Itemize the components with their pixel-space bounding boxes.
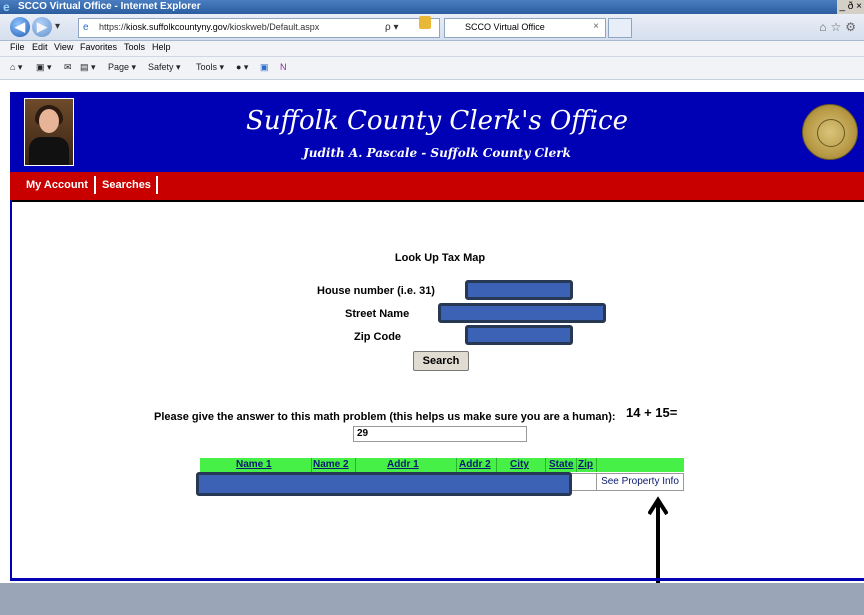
menu-favorites[interactable]: Favorites: [80, 42, 117, 52]
col-city[interactable]: City: [510, 459, 529, 470]
print-icon[interactable]: ▤ ▾: [80, 62, 96, 73]
results-header: Name 1 Name 2 Addr 1 Addr 2 City State Z…: [200, 458, 684, 472]
page-menu[interactable]: Page ▾: [108, 62, 136, 73]
browser-navbar: ◀ ▶ ▾ e https://kiosk.suffolkcountyny.go…: [0, 14, 864, 41]
math-answer-input[interactable]: 29: [353, 426, 527, 442]
house-number-input[interactable]: [465, 280, 573, 300]
math-question: Please give the answer to this math prob…: [154, 411, 616, 423]
new-tab-button[interactable]: [608, 18, 632, 38]
address-bar[interactable]: e https://kiosk.suffolkcountyny.gov/kios…: [78, 18, 440, 38]
window-titlebar: e SCCO Virtual Office - Internet Explore…: [0, 0, 864, 14]
footer-line: [10, 578, 864, 581]
home-favorites-settings-icons[interactable]: ⌂☆⚙: [819, 20, 860, 34]
safety-menu[interactable]: Safety ▾: [148, 62, 181, 73]
window-title: SCCO Virtual Office - Internet Explorer: [18, 1, 201, 12]
site-nav-bar: My Account Searches: [10, 172, 864, 202]
col-name1[interactable]: Name 1: [236, 459, 272, 470]
onenote-icon[interactable]: N: [280, 62, 287, 72]
col-addr1[interactable]: Addr 1: [387, 459, 419, 470]
forward-button[interactable]: ▶: [32, 17, 52, 37]
content-border: [10, 200, 12, 580]
menu-tools[interactable]: Tools: [124, 42, 145, 52]
street-name-input[interactable]: [438, 303, 606, 323]
redacted-result-data: [196, 472, 572, 496]
col-zip[interactable]: Zip: [578, 459, 593, 470]
site-header: Suffolk County Clerk's Office Judith A. …: [10, 92, 864, 172]
feeds-icon[interactable]: ▣ ▾: [36, 62, 52, 73]
col-addr2[interactable]: Addr 2: [459, 459, 491, 470]
address-url: https://kiosk.suffolkcountyny.gov/kioskw…: [99, 22, 320, 32]
nav-separator: [94, 176, 96, 194]
window-controls[interactable]: _ ð ×: [837, 0, 864, 14]
zip-code-label: Zip Code: [354, 331, 402, 343]
street-name-label: Street Name: [345, 308, 410, 320]
tab-title: SCCO Virtual Office: [465, 22, 545, 32]
site-title: Suffolk County Clerk's Office: [246, 106, 628, 136]
nav-separator: [156, 176, 158, 194]
house-number-label: House number (i.e. 31): [317, 285, 435, 297]
menu-file[interactable]: File: [10, 42, 25, 52]
tab-close-icon[interactable]: ×: [593, 21, 599, 32]
site-subtitle: Judith A. Pascale - Suffolk County Clerk: [303, 146, 571, 160]
math-equation: 14 + 15=: [626, 405, 678, 420]
addon-icon[interactable]: ▣: [260, 62, 269, 73]
home-icon[interactable]: ⌂ ▾: [10, 62, 22, 73]
menu-view[interactable]: View: [54, 42, 73, 52]
address-search-icon[interactable]: ρ ▾: [385, 22, 399, 34]
menu-help[interactable]: Help: [152, 42, 171, 52]
lock-icon[interactable]: [419, 16, 431, 29]
command-bar: ⌂ ▾ ▣ ▾ ✉ ▤ ▾ Page ▾ Safety ▾ Tools ▾ ● …: [0, 57, 864, 80]
col-state[interactable]: State: [549, 459, 573, 470]
search-button[interactable]: Search: [413, 351, 469, 371]
nav-my-account[interactable]: My Account: [26, 179, 88, 191]
zip-code-input[interactable]: [465, 325, 573, 345]
col-name2[interactable]: Name 2: [313, 459, 349, 470]
lookup-title: Look Up Tax Map: [394, 252, 486, 264]
history-dropdown-icon[interactable]: ▾: [55, 21, 60, 33]
see-property-info-link[interactable]: See Property Info: [596, 473, 684, 491]
page-icon: e: [83, 22, 89, 33]
help-icon[interactable]: ● ▾: [236, 62, 248, 73]
county-seal-icon: [802, 104, 858, 160]
back-button[interactable]: ◀: [10, 17, 30, 37]
browser-tab[interactable]: SCCO Virtual Office ×: [444, 18, 606, 38]
tools-menu[interactable]: Tools ▾: [196, 62, 224, 73]
nav-searches[interactable]: Searches: [102, 179, 151, 191]
mail-icon[interactable]: ✉: [64, 62, 72, 73]
ie-logo-icon: e: [3, 0, 10, 14]
menu-bar: File Edit View Favorites Tools Help: [0, 41, 864, 57]
menu-edit[interactable]: Edit: [32, 42, 48, 52]
status-area: [0, 583, 864, 615]
